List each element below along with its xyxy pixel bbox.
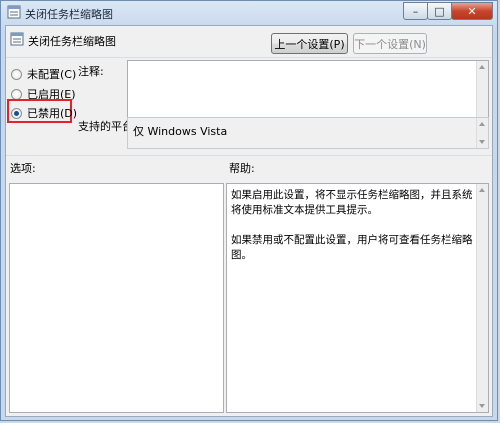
radio-disabled[interactable]: 已禁用(D) <box>11 105 77 121</box>
comment-label: 注释: <box>78 65 104 78</box>
window-title: 关闭任务栏缩略图 <box>25 8 113 21</box>
next-setting-button[interactable]: 下一个设置(N) <box>353 33 427 54</box>
divider <box>6 57 492 58</box>
radio-button-selected[interactable] <box>11 107 22 119</box>
help-pane: 如果启用此设置，将不显示任务栏缩略图，并且系统将使用标准文本提供工具提示。 如果… <box>226 183 489 413</box>
policy-editor-panel: 关闭任务栏缩略图 上一个设置(P) 下一个设置(N) 未配置(C) 已启用(E)… <box>5 25 493 417</box>
platform-scrollbar[interactable] <box>476 118 488 148</box>
platform-field: 仅 Windows Vista <box>127 117 489 149</box>
divider <box>6 155 492 156</box>
radio-not-configured[interactable]: 未配置(C) <box>11 66 76 82</box>
options-pane <box>9 183 224 413</box>
help-paragraph: 如果禁用或不配置此设置，用户将可查看任务栏缩略图。 <box>231 234 473 261</box>
platform-value: 仅 Windows Vista <box>133 125 228 138</box>
previous-setting-button[interactable]: 上一个设置(P) <box>271 33 348 54</box>
scroll-up-icon[interactable] <box>479 188 485 192</box>
policy-window: 关闭任务栏缩略图 – □ ✕ 关闭任务栏缩略图 上一个设置(P) 下一个设置(N… <box>0 0 498 421</box>
setting-icon <box>10 32 24 46</box>
scroll-up-icon[interactable] <box>479 122 485 126</box>
help-label: 帮助: <box>229 162 255 175</box>
options-label: 选项: <box>10 162 36 175</box>
policy-title: 关闭任务栏缩略图 <box>28 35 116 48</box>
close-button[interactable]: ✕ <box>451 2 493 20</box>
scroll-up-icon[interactable] <box>479 65 485 69</box>
radio-button[interactable] <box>11 68 22 80</box>
radio-button[interactable] <box>11 88 22 100</box>
scroll-down-icon[interactable] <box>479 404 485 408</box>
radio-label: 未配置(C) <box>27 68 77 81</box>
maximize-button[interactable]: □ <box>427 2 452 20</box>
help-scrollbar[interactable] <box>476 184 488 412</box>
policy-settings-icon <box>7 5 21 19</box>
minimize-button[interactable]: – <box>403 2 428 20</box>
radio-label: 已禁用(D) <box>27 107 78 120</box>
window-controls: – □ ✕ <box>403 2 493 20</box>
help-paragraph: 如果启用此设置，将不显示任务栏缩略图，并且系统将使用标准文本提供工具提示。 <box>231 189 473 216</box>
scroll-down-icon[interactable] <box>479 140 485 144</box>
help-text: 如果启用此设置，将不显示任务栏缩略图，并且系统将使用标准文本提供工具提示。 如果… <box>231 188 474 263</box>
title-bar[interactable]: 关闭任务栏缩略图 – □ ✕ <box>1 1 497 25</box>
